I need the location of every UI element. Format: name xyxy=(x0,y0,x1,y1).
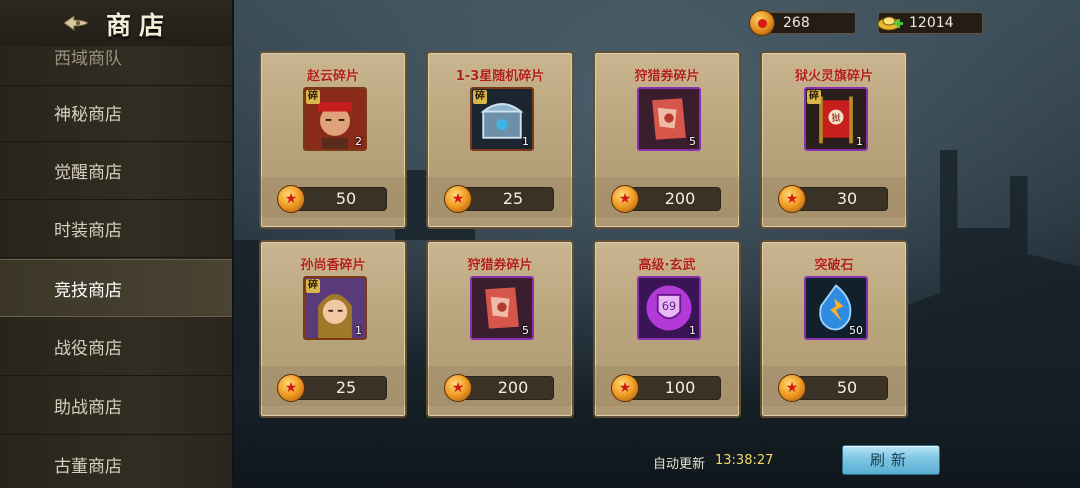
ingot-balance[interactable]: 12014 xyxy=(877,9,983,35)
item-quantity: 2 xyxy=(355,135,362,148)
coin-balance: 268 xyxy=(749,10,856,36)
arena-coin-icon xyxy=(611,185,639,213)
coin-icon xyxy=(749,10,775,36)
shop-item-card[interactable]: 狱火灵旗碎片獄碎 1 30 xyxy=(760,51,908,229)
ship-silhouette-right xyxy=(905,150,1080,410)
item-price: 200 xyxy=(625,187,721,211)
shop-item-card[interactable]: 高级·玄武 69 1 100 xyxy=(593,240,741,418)
refresh-countdown: 13:38:27 xyxy=(715,453,774,468)
sidebar-item-costume-shop[interactable]: 时装商店 xyxy=(0,200,232,258)
item-quantity: 5 xyxy=(522,324,529,337)
item-price: 50 xyxy=(291,187,387,211)
price-row: 50 xyxy=(261,177,405,217)
shard-badge: 碎 xyxy=(306,90,320,104)
item-quantity: 1 xyxy=(355,324,362,337)
sidebar-item-antique-shop[interactable]: 古董商店 xyxy=(0,436,232,488)
item-price: 25 xyxy=(291,376,387,400)
item-name: 突破石 xyxy=(814,258,854,273)
item-name: 1-3星随机碎片 xyxy=(455,69,545,84)
price-row: 25 xyxy=(428,177,572,217)
price-row: 30 xyxy=(762,177,906,217)
item-quantity: 50 xyxy=(849,324,863,337)
item-price: 200 xyxy=(458,376,554,400)
item-icon-frame[interactable]: 碎1 xyxy=(470,87,534,151)
arena-coin-icon xyxy=(277,185,305,213)
sidebar-item-label: 觉醒商店 xyxy=(54,163,122,183)
arena-coin-icon xyxy=(778,374,806,402)
item-name: 高级·玄武 xyxy=(638,258,696,273)
item-icon-frame[interactable]: 50 xyxy=(804,276,868,340)
shop-item-card[interactable]: 孙尚香碎片碎125 xyxy=(259,240,407,418)
item-name: 孙尚香碎片 xyxy=(300,258,366,273)
back-arrow-icon[interactable] xyxy=(62,12,90,34)
shop-item-card[interactable]: 突破石 50 50 xyxy=(760,240,908,418)
sidebar-item-support-shop[interactable]: 助战商店 xyxy=(0,377,232,435)
price-row: 100 xyxy=(595,366,739,406)
title-bar: 商店 xyxy=(0,0,232,46)
shard-badge: 碎 xyxy=(807,90,821,104)
item-name: 狩猎券碎片 xyxy=(634,69,700,84)
ingot-balance-value: 12014 xyxy=(909,15,954,31)
coin-balance-value: 268 xyxy=(783,15,810,31)
item-icon-frame[interactable]: 5 xyxy=(637,87,701,151)
item-quantity: 1 xyxy=(522,135,529,148)
sidebar-item-label: 时装商店 xyxy=(54,221,122,241)
gold-ingot-add-icon[interactable] xyxy=(877,9,905,35)
sidebar-item-label: 神秘商店 xyxy=(54,105,122,125)
shop-item-card[interactable]: 赵云碎片碎250 xyxy=(259,51,407,229)
arena-coin-icon xyxy=(277,374,305,402)
sidebar-item-label: 竞技商店 xyxy=(54,280,122,301)
sidebar-item-mystery-shop[interactable]: 神秘商店 xyxy=(0,84,232,142)
price-row: 50 xyxy=(762,366,906,406)
sidebar-item-campaign-shop[interactable]: 战役商店 xyxy=(0,318,232,376)
auto-refresh-label: 自动更新 xyxy=(653,457,706,472)
item-quantity: 1 xyxy=(856,135,863,148)
item-icon-frame[interactable]: 碎2 xyxy=(303,87,367,151)
sidebar-item-label: 助战商店 xyxy=(54,398,122,418)
refresh-button[interactable]: 刷新 xyxy=(842,445,940,475)
item-icon-frame[interactable]: 獄碎 1 xyxy=(804,87,868,151)
item-quantity: 1 xyxy=(689,324,696,337)
shard-badge: 碎 xyxy=(473,90,487,104)
svg-text:獄: 獄 xyxy=(831,112,841,124)
price-row: 25 xyxy=(261,366,405,406)
item-name: 狩猎券碎片 xyxy=(467,258,533,273)
item-price: 50 xyxy=(792,376,888,400)
price-row: 200 xyxy=(595,177,739,217)
arena-coin-icon xyxy=(778,185,806,213)
arena-coin-icon xyxy=(444,374,472,402)
shard-badge: 碎 xyxy=(306,279,320,293)
arena-coin-icon xyxy=(444,185,472,213)
item-name: 赵云碎片 xyxy=(306,69,359,84)
shop-sidebar: 商店 西域商队 神秘商店 觉醒商店 时装商店 竞技商店 战役商店 助战商店 古董… xyxy=(0,0,234,488)
price-row: 200 xyxy=(428,366,572,406)
shop-item-card[interactable]: 1-3星随机碎片碎125 xyxy=(426,51,574,229)
sidebar-item-label: 战役商店 xyxy=(54,339,122,359)
arena-coin-icon xyxy=(611,374,639,402)
item-icon-frame[interactable]: 碎1 xyxy=(303,276,367,340)
sidebar-item-label: 古董商店 xyxy=(54,457,122,477)
svg-text:69: 69 xyxy=(662,300,676,313)
sidebar-item-awakening-shop[interactable]: 觉醒商店 xyxy=(0,142,232,200)
shop-item-card[interactable]: 狩猎券碎片 5 200 xyxy=(426,240,574,418)
sidebar-item-arena-shop[interactable]: 竞技商店 xyxy=(0,259,232,317)
shop-item-card[interactable]: 狩猎券碎片 5 200 xyxy=(593,51,741,229)
item-quantity: 5 xyxy=(689,135,696,148)
sidebar-item-label: 西域商队 xyxy=(54,49,122,69)
item-icon-frame[interactable]: 69 1 xyxy=(637,276,701,340)
item-price: 30 xyxy=(792,187,888,211)
item-icon-frame[interactable]: 5 xyxy=(470,276,534,340)
item-price: 25 xyxy=(458,187,554,211)
item-name: 狱火灵旗碎片 xyxy=(794,69,873,84)
page-title: 商店 xyxy=(106,11,173,40)
item-price: 100 xyxy=(625,376,721,400)
